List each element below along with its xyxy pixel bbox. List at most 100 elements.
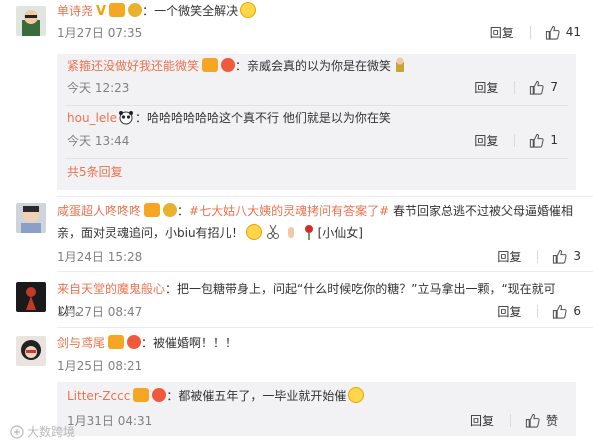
scissors-emoji-icon <box>266 224 280 240</box>
comment-item: 来自天堂的魔鬼般心：把一包糖带身上，问起“什么时候吃你的糖？”立马拿出一颗，“现… <box>0 278 593 322</box>
vip-badge-icon <box>144 203 161 217</box>
reply-time: 1月31日 04:31 <box>67 414 153 428</box>
rose-emoji-icon <box>302 224 316 240</box>
reply-button[interactable]: 回复 <box>497 248 521 265</box>
like-count: 41 <box>565 25 581 39</box>
like-button[interactable]: 7 <box>529 80 558 95</box>
more-replies-link[interactable]: 共5条回复 <box>67 163 123 180</box>
medal-badge-icon <box>127 335 142 349</box>
reply-button[interactable]: 回复 <box>474 79 498 96</box>
laugh-cry-emoji-icon <box>348 387 365 403</box>
reply-divider <box>65 105 568 106</box>
comment-time: 1月27日 07:35 <box>57 26 143 40</box>
comment-username[interactable]: 单诗尧 <box>57 4 93 18</box>
reply-content: ：哈哈哈哈哈哈这个真不行 他们就是以为你在笑 <box>135 111 391 125</box>
comment-content: 亲，面对灵魂追问，小biu有招儿！ <box>57 226 244 240</box>
comment-divider <box>57 196 593 197</box>
comment-meta: 1月24日 15:28 回复 3 <box>57 246 581 266</box>
watermark-text: 大数跨境 <box>27 425 76 439</box>
reply-divider <box>65 158 568 159</box>
comment-meta: 1月25日 08:21 <box>57 355 581 375</box>
avatar[interactable] <box>16 203 46 233</box>
reply-username[interactable]: 紧箍还没做好我还能微笑 <box>67 59 199 73</box>
comment-item: 剑与鸢尾 ：被催婚啊！！！ 1月25日 08:21 Litter-Zccc ：都被催… <box>0 332 593 444</box>
comment-meta: 1月27日 08:47 回复 6 <box>57 301 581 321</box>
medal-badge-icon <box>128 3 143 17</box>
comment-item: 单诗尧 V ：一个微笑全解决 1月27日 07:35 回复 41 紧箍还没做好我还能… <box>0 0 593 190</box>
like-count: 7 <box>550 80 558 94</box>
reply-box: Litter-Zccc ：都被催五年了，一毕业就开始催 1月31日 04:31 回… <box>57 382 576 436</box>
watermark: 大数跨境 <box>10 423 75 440</box>
thumbs-up-icon <box>545 25 560 40</box>
reply-box: 紧箍还没做好我还能微笑 ：亲威会真的以为你是在微笑 今天 12:23 回复 7 h… <box>57 54 576 190</box>
reply-content: ：亲威会真的以为你是在微笑 <box>235 59 392 73</box>
thumbs-up-icon <box>525 413 540 428</box>
reply-text: Litter-Zccc ：都被催五年了，一毕业就开始催 <box>67 386 566 406</box>
smile-emoji-icon <box>245 224 262 240</box>
comment-content: ：一个微笑全解决 <box>142 4 239 18</box>
reply-meta: 今天 13:44 回复 1 <box>67 130 558 150</box>
vip-badge-icon <box>133 388 150 402</box>
thumbs-up-icon <box>553 249 567 264</box>
action-separator <box>509 413 511 427</box>
like-button[interactable]: 赞 <box>525 412 558 429</box>
comment-text: 单诗尧 V ：一个微笑全解决 <box>57 0 581 23</box>
comment-divider <box>57 327 593 328</box>
vip-badge-icon <box>109 3 126 17</box>
watermark-logo-icon <box>10 424 24 439</box>
reply-button[interactable]: 回复 <box>474 132 498 149</box>
panda-emoji-icon <box>119 109 133 125</box>
reply-button[interactable]: 回复 <box>497 303 521 320</box>
gesture-emoji-icon <box>284 224 298 240</box>
reply-button[interactable]: 回复 <box>470 412 494 429</box>
action-separator <box>529 25 531 39</box>
comment-content: 春节回家总逃不过被父母逼婚催相 <box>389 204 573 218</box>
action-separator <box>514 80 516 94</box>
like-button[interactable]: 1 <box>529 133 558 148</box>
reply-time: 今天 12:23 <box>67 81 130 95</box>
reply-username[interactable]: Litter-Zccc <box>67 389 130 403</box>
reply-meta: 1月31日 04:31 回复 赞 <box>67 410 558 430</box>
verified-badge-icon: V <box>96 4 107 19</box>
like-count: 1 <box>550 133 558 147</box>
thumbs-up-icon <box>530 80 544 95</box>
thumbs-up-icon <box>530 133 544 148</box>
avatar[interactable] <box>16 336 46 366</box>
comment-content: ：被催婚啊！！！ <box>141 336 238 350</box>
comment-text: 咸蛋超人咚咚咚 ：#七大姑八大姨的灵魂拷问有答案了# 春节回家总逃不过被父母逼婚催… <box>57 203 573 218</box>
comment-time: 1月24日 15:28 <box>57 250 143 264</box>
like-button[interactable]: 41 <box>545 25 581 40</box>
avatar[interactable] <box>16 282 46 312</box>
like-count: 3 <box>573 249 581 263</box>
figure-emoji-icon <box>393 57 407 73</box>
comment-divider <box>57 271 593 272</box>
reply-text: 紧箍还没做好我还能微笑 ：亲威会真的以为你是在微笑 <box>67 56 566 76</box>
comment-time: 1月27日 08:47 <box>57 305 143 319</box>
comment-username[interactable]: 咸蛋超人咚咚咚 <box>57 204 141 218</box>
reply-meta: 今天 12:23 回复 7 <box>67 77 558 97</box>
smile-emoji-icon <box>240 2 257 18</box>
reply-username[interactable]: hou_lele <box>67 111 117 125</box>
avatar[interactable] <box>16 6 46 36</box>
like-button[interactable]: 3 <box>552 249 581 264</box>
like-count: 6 <box>573 304 581 318</box>
comment-text-line2: 亲，面对灵魂追问，小biu有招儿！ [小仙女] <box>57 222 581 244</box>
reply-content: ：都被催五年了，一毕业就开始催 <box>166 389 347 403</box>
comment-username[interactable]: 剑与鸢尾 <box>57 336 105 350</box>
emoji-tag: [小仙女] <box>317 226 363 240</box>
action-separator <box>537 249 539 263</box>
action-separator <box>514 133 516 147</box>
action-separator <box>537 304 539 318</box>
vip-badge-icon <box>202 58 219 72</box>
like-button[interactable]: 6 <box>552 304 581 319</box>
comment-time: 1月25日 08:21 <box>57 359 143 373</box>
reply-text: hou_lele ：哈哈哈哈哈哈这个真不行 他们就是以为你在笑 <box>67 108 566 128</box>
comment-meta: 1月27日 07:35 回复 41 <box>57 22 581 42</box>
reply-time: 今天 13:44 <box>67 134 130 148</box>
comment-username[interactable]: 来自天堂的魔鬼般心 <box>57 282 165 296</box>
topic-link[interactable]: #七大姑八大姨的灵魂拷问有答案了# <box>189 204 389 218</box>
medal-badge-icon <box>152 388 167 402</box>
comment-item: 咸蛋超人咚咚咚 ：#七大姑八大姨的灵魂拷问有答案了# 春节回家总逃不过被父母逼婚催… <box>0 200 593 266</box>
like-count: 赞 <box>545 413 558 428</box>
reply-button[interactable]: 回复 <box>490 24 514 41</box>
